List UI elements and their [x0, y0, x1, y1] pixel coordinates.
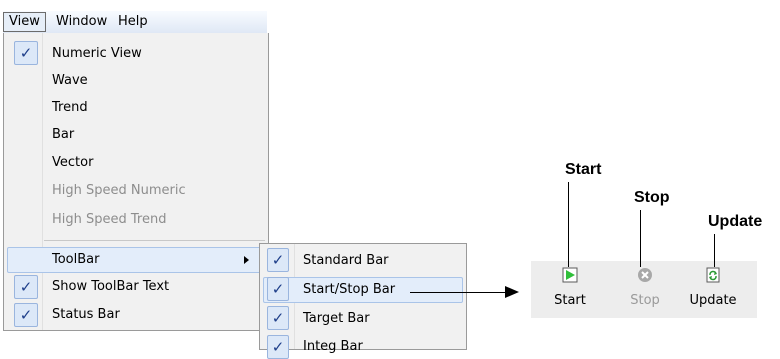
stop-icon [638, 268, 652, 282]
update-button[interactable]: Update [683, 267, 743, 313]
start-label: Start [554, 293, 586, 308]
update-callout: Update [708, 213, 763, 230]
toolbar-submenu: ✓ Standard Bar ✓ Start/Stop Bar ✓ Target… [259, 243, 467, 359]
start-callout: Start [565, 161, 602, 178]
menu-window[interactable]: Window [51, 13, 112, 31]
start-button[interactable]: Start [540, 267, 600, 313]
menu-item-show-toolbar-text[interactable]: Show ToolBar Text [52, 275, 169, 299]
stop-button: Stop [615, 267, 675, 313]
check-icon: ✓ [267, 335, 289, 359]
submenu-item-integ-bar[interactable]: Integ Bar [303, 335, 363, 359]
menu-item-vector[interactable]: Vector [52, 151, 93, 175]
menu-separator [44, 240, 265, 241]
check-icon: ✓ [267, 277, 289, 301]
menu-item-numeric-view[interactable]: Numeric View [52, 42, 142, 66]
submenu-arrow-icon [244, 256, 249, 264]
submenu-item-target-bar[interactable]: Target Bar [303, 307, 370, 331]
menu-item-status-bar[interactable]: Status Bar [52, 303, 120, 327]
toolbar-item-highlight [7, 247, 265, 273]
check-icon: ✓ [267, 248, 289, 272]
play-icon [562, 267, 578, 283]
update-label: Update [689, 293, 737, 308]
check-icon: ✓ [267, 306, 289, 330]
pointer-line [410, 292, 510, 293]
stop-callout-line [640, 210, 641, 267]
menu-item-high-speed-numeric: High Speed Numeric [52, 183, 186, 198]
view-menu: ✓ Numeric View Wave Trend Bar Vector Hig… [3, 33, 269, 331]
submenu-item-standard-bar[interactable]: Standard Bar [303, 249, 389, 273]
menu-help[interactable]: Help [113, 13, 153, 31]
menu-gutter [42, 33, 43, 330]
submenu-item-start-stop-bar[interactable]: Start/Stop Bar [303, 278, 395, 302]
stop-callout: Stop [634, 189, 670, 206]
check-icon: ✓ [14, 303, 38, 327]
menu-item-trend[interactable]: Trend [52, 96, 88, 120]
start-stop-toolbar: Start Stop Update [531, 261, 757, 318]
pointer-arrowhead-icon [505, 286, 519, 298]
start-callout-line [568, 182, 569, 267]
menu-item-high-speed-trend: High Speed Trend [52, 212, 167, 227]
menu-item-bar[interactable]: Bar [52, 123, 74, 147]
check-icon: ✓ [14, 41, 38, 65]
refresh-icon [706, 267, 720, 283]
menu-bar: View Window Help [3, 11, 267, 34]
menu-item-wave[interactable]: Wave [52, 69, 88, 93]
update-callout-line [714, 234, 715, 267]
menu-view[interactable]: View [3, 12, 46, 32]
stop-label: Stop [630, 293, 660, 308]
menu-item-toolbar[interactable]: ToolBar [52, 248, 99, 272]
check-icon: ✓ [14, 275, 38, 299]
